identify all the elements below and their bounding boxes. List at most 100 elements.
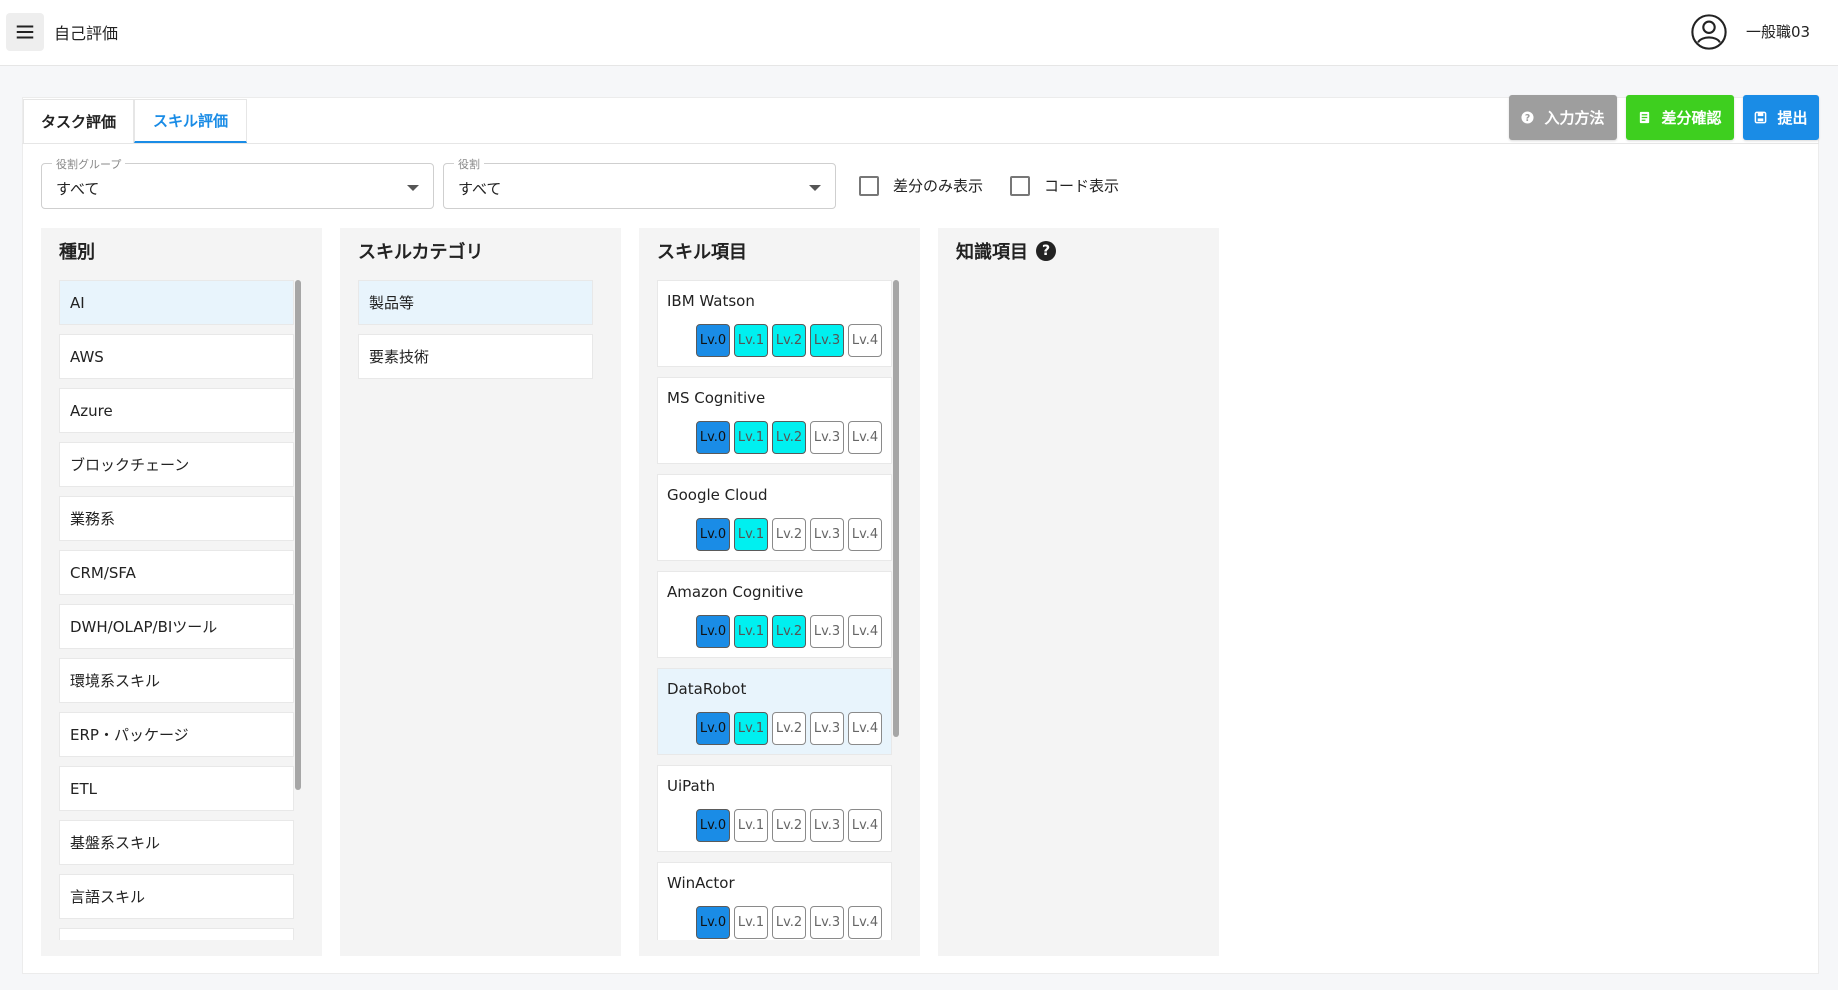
level-button[interactable]: Lv.1 bbox=[734, 809, 768, 842]
role-group-value: すべて bbox=[56, 180, 100, 198]
category-list-item[interactable]: 要素技術 bbox=[358, 334, 593, 379]
user-name: 一般職03 bbox=[1746, 23, 1811, 41]
type-list-item[interactable]: DWH/OLAP/BIツール bbox=[59, 604, 294, 649]
level-button[interactable]: Lv.0 bbox=[696, 906, 730, 939]
category-column: スキルカテゴリ 製品等要素技術 bbox=[340, 228, 621, 956]
type-list[interactable]: AI AWS Azure ブロックチェーン 業務系 CRM/SFA DWH/OLAP/BIツ… bbox=[59, 280, 294, 940]
save-icon bbox=[1755, 111, 1767, 124]
level-selector: Lv.0 Lv.1 Lv.2 Lv.3 Lv.4 bbox=[696, 809, 882, 842]
skill-item[interactable]: DataRobot Lv.0 Lv.1 Lv.2 Lv.3 Lv.4 bbox=[657, 668, 892, 755]
role-group-select[interactable]: 役割グループ すべて bbox=[41, 156, 434, 209]
level-button[interactable]: Lv.3 bbox=[810, 809, 844, 842]
level-button[interactable]: Lv.0 bbox=[696, 615, 730, 648]
submit-button[interactable]: 提出 bbox=[1743, 95, 1819, 140]
level-button[interactable]: Lv.2 bbox=[772, 712, 806, 745]
category-list-item[interactable]: 製品等 bbox=[358, 280, 593, 325]
level-button[interactable]: Lv.1 bbox=[734, 324, 768, 357]
skill-item[interactable]: WinActor Lv.0 Lv.1 Lv.2 Lv.3 Lv.4 bbox=[657, 862, 892, 940]
tab-skill-evaluation[interactable]: スキル評価 bbox=[134, 99, 247, 143]
type-list-item[interactable]: 基盤系スキル bbox=[59, 820, 294, 865]
type-list-item[interactable]: AI bbox=[59, 280, 294, 325]
level-selector: Lv.0 Lv.1 Lv.2 Lv.3 Lv.4 bbox=[696, 324, 882, 357]
level-button[interactable]: Lv.2 bbox=[772, 906, 806, 939]
skill-name: DataRobot bbox=[667, 680, 747, 698]
level-button[interactable]: Lv.0 bbox=[696, 324, 730, 357]
hamburger-icon[interactable] bbox=[6, 13, 44, 51]
level-button[interactable]: Lv.2 bbox=[772, 615, 806, 648]
level-button[interactable]: Lv.0 bbox=[696, 421, 730, 454]
dropdown-arrow-icon bbox=[809, 185, 821, 191]
role-group-label: 役割グループ bbox=[52, 156, 126, 172]
level-button[interactable]: Lv.1 bbox=[734, 615, 768, 648]
level-button[interactable]: Lv.2 bbox=[772, 809, 806, 842]
input-method-button[interactable]: ? 入力方法 bbox=[1509, 95, 1617, 140]
account-circle-icon[interactable] bbox=[1690, 13, 1728, 51]
question-circle-icon[interactable]: ? bbox=[1036, 241, 1056, 261]
category-list[interactable]: 製品等 要素技術 bbox=[358, 280, 593, 940]
level-button[interactable]: Lv.0 bbox=[696, 518, 730, 551]
level-button[interactable]: Lv.4 bbox=[848, 421, 882, 454]
skill-item[interactable]: MS Cognitive Lv.0 Lv.1 Lv.2 Lv.3 Lv.4 bbox=[657, 377, 892, 464]
level-button[interactable]: Lv.4 bbox=[848, 712, 882, 745]
level-button[interactable]: Lv.2 bbox=[772, 421, 806, 454]
level-button[interactable]: Lv.1 bbox=[734, 712, 768, 745]
skill-name: IBM Watson bbox=[667, 292, 755, 310]
level-button[interactable]: Lv.3 bbox=[810, 712, 844, 745]
level-button[interactable]: Lv.2 bbox=[772, 324, 806, 357]
level-button[interactable]: Lv.4 bbox=[848, 615, 882, 648]
input-method-label: 入力方法 bbox=[1544, 109, 1605, 127]
type-list-item[interactable]: Azure bbox=[59, 388, 294, 433]
diff-check-button[interactable]: 差分確認 bbox=[1626, 95, 1734, 140]
type-list-item[interactable]: 環境系スキル bbox=[59, 658, 294, 703]
level-button[interactable]: Lv.1 bbox=[734, 421, 768, 454]
submit-label: 提出 bbox=[1777, 109, 1808, 127]
level-button[interactable]: Lv.3 bbox=[810, 324, 844, 357]
level-button[interactable]: Lv.0 bbox=[696, 712, 730, 745]
type-title-text: 種別 bbox=[59, 242, 95, 263]
type-list-item[interactable]: 言語スキル bbox=[59, 874, 294, 919]
tab-task-evaluation[interactable]: タスク評価 bbox=[23, 99, 134, 143]
knowledge-title-text: 知識項目 bbox=[956, 242, 1028, 263]
skill-name: UiPath bbox=[667, 777, 716, 795]
level-button[interactable]: Lv.1 bbox=[734, 518, 768, 551]
level-button[interactable]: Lv.4 bbox=[848, 906, 882, 939]
level-button[interactable]: Lv.2 bbox=[772, 518, 806, 551]
type-list-item[interactable] bbox=[59, 928, 294, 940]
level-button[interactable]: Lv.4 bbox=[848, 809, 882, 842]
level-button[interactable]: Lv.4 bbox=[848, 518, 882, 551]
skill-item[interactable]: Google Cloud Lv.0 Lv.1 Lv.2 Lv.3 Lv.4 bbox=[657, 474, 892, 561]
level-button[interactable]: Lv.3 bbox=[810, 421, 844, 454]
show-code-checkbox[interactable]: コード表示 bbox=[1010, 175, 1119, 196]
diff-only-checkbox[interactable]: 差分のみ表示 bbox=[859, 175, 983, 196]
level-button[interactable]: Lv.3 bbox=[810, 906, 844, 939]
checkbox-icon[interactable] bbox=[1010, 175, 1030, 196]
skill-item[interactable]: Amazon Cognitive Lv.0 Lv.1 Lv.2 Lv.3 Lv.4 bbox=[657, 571, 892, 658]
skill-list[interactable]: IBM Watson Lv.0 Lv.1 Lv.2 Lv.3 Lv.4 MS Cogniti… bbox=[657, 280, 892, 940]
role-label: 役割 bbox=[454, 156, 484, 172]
type-list-item[interactable]: ERP・パッケージ bbox=[59, 712, 294, 757]
skill-column-title: スキル項目 bbox=[657, 238, 747, 264]
show-code-label: コード表示 bbox=[1044, 177, 1120, 195]
level-selector: Lv.0 Lv.1 Lv.2 Lv.3 Lv.4 bbox=[696, 518, 882, 551]
type-list-item[interactable]: AWS bbox=[59, 334, 294, 379]
level-button[interactable]: Lv.1 bbox=[734, 906, 768, 939]
skill-column: スキル項目 IBM Watson Lv.0 Lv.1 Lv.2 Lv.3 Lv.4 MS C… bbox=[639, 228, 920, 956]
level-button[interactable]: Lv.0 bbox=[696, 809, 730, 842]
role-select[interactable]: 役割 すべて bbox=[443, 156, 836, 209]
page-title: 自己評価 bbox=[54, 24, 119, 43]
skill-item[interactable]: UiPath Lv.0 Lv.1 Lv.2 Lv.3 Lv.4 bbox=[657, 765, 892, 852]
diff-check-label: 差分確認 bbox=[1661, 109, 1722, 127]
type-list-item[interactable]: ETL bbox=[59, 766, 294, 811]
category-column-title: スキルカテゴリ bbox=[358, 238, 483, 264]
level-button[interactable]: Lv.4 bbox=[848, 324, 882, 357]
level-button[interactable]: Lv.3 bbox=[810, 615, 844, 648]
type-column: 種別 AI AWS Azure ブロックチェーン 業務系 CRM/SFA DWH/OLAP/… bbox=[41, 228, 322, 956]
type-scrollbar[interactable] bbox=[295, 280, 301, 790]
type-list-item[interactable]: 業務系 bbox=[59, 496, 294, 541]
skill-item[interactable]: IBM Watson Lv.0 Lv.1 Lv.2 Lv.3 Lv.4 bbox=[657, 280, 892, 367]
checkbox-icon[interactable] bbox=[859, 175, 879, 196]
skill-scrollbar[interactable] bbox=[893, 280, 899, 737]
type-list-item[interactable]: CRM/SFA bbox=[59, 550, 294, 595]
type-list-item[interactable]: ブロックチェーン bbox=[59, 442, 294, 487]
level-button[interactable]: Lv.3 bbox=[810, 518, 844, 551]
